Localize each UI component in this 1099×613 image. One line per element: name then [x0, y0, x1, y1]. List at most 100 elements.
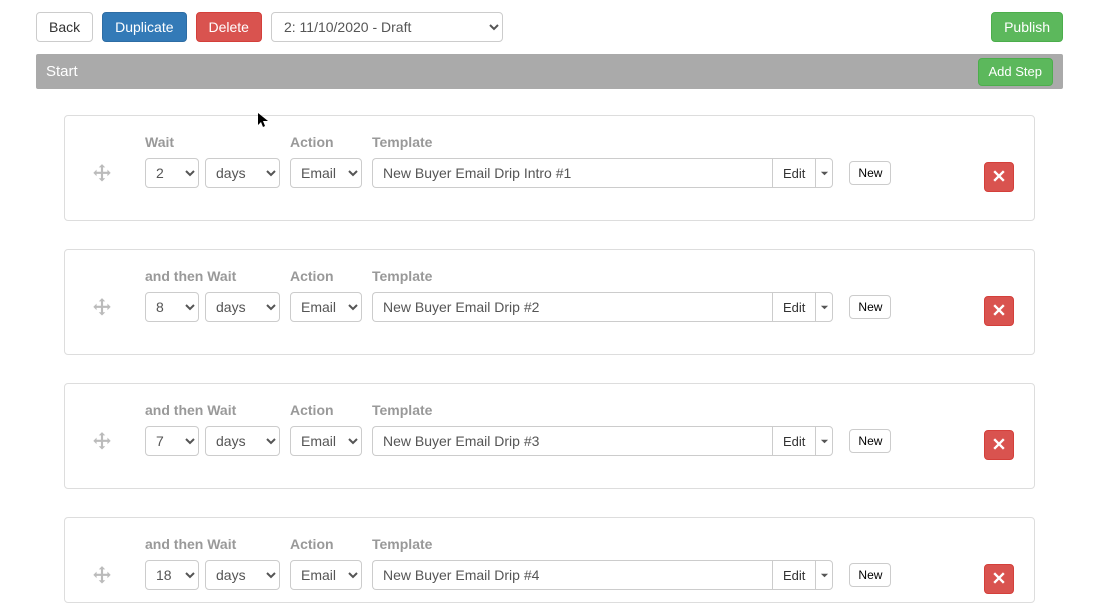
drag-handle[interactable]	[85, 268, 119, 325]
new-button[interactable]: New	[849, 161, 891, 185]
move-icon	[89, 430, 115, 459]
template-input[interactable]	[372, 158, 772, 188]
remove-cell	[974, 402, 1014, 460]
new-button[interactable]: New	[849, 295, 891, 319]
remove-step-button[interactable]	[984, 162, 1014, 192]
template-input[interactable]	[372, 426, 772, 456]
edit-button[interactable]: Edit	[772, 426, 815, 456]
chevron-down-icon	[820, 299, 829, 315]
publish-button[interactable]: Publish	[991, 12, 1063, 42]
template-label: Template	[372, 536, 891, 552]
edit-button[interactable]: Edit	[772, 292, 815, 322]
wait-label: Wait	[145, 134, 280, 150]
step-columns: Wait 2 days Action Email Template Edit	[145, 134, 948, 188]
template-column: Template Edit New	[372, 134, 891, 188]
wait-label: and then Wait	[145, 402, 280, 418]
move-icon	[89, 564, 115, 593]
close-icon	[993, 437, 1005, 453]
template-label: Template	[372, 134, 891, 150]
action-select[interactable]: Email	[290, 560, 362, 590]
remove-step-button[interactable]	[984, 430, 1014, 460]
wait-unit-select[interactable]: days	[205, 426, 280, 456]
remove-cell	[974, 268, 1014, 326]
chevron-down-icon	[820, 165, 829, 181]
step-card: and then Wait 7 days Action Email Templa…	[64, 383, 1035, 489]
remove-step-button[interactable]	[984, 564, 1014, 594]
wait-label: and then Wait	[145, 536, 280, 552]
move-icon	[89, 162, 115, 191]
new-button[interactable]: New	[849, 429, 891, 453]
action-column: Action Email	[290, 536, 362, 590]
start-label: Start	[46, 63, 78, 80]
template-column: Template Edit New	[372, 402, 891, 456]
action-select[interactable]: Email	[290, 292, 362, 322]
action-column: Action Email	[290, 134, 362, 188]
duplicate-button[interactable]: Duplicate	[102, 12, 186, 42]
wait-number-select[interactable]: 18	[145, 560, 199, 590]
step-columns: and then Wait 18 days Action Email Templ…	[145, 536, 948, 590]
template-row: Edit New	[372, 158, 891, 188]
wait-unit-select[interactable]: days	[205, 560, 280, 590]
edit-button[interactable]: Edit	[772, 560, 815, 590]
action-label: Action	[290, 134, 362, 150]
template-label: Template	[372, 268, 891, 284]
wait-row: 2 days	[145, 158, 280, 188]
template-column: Template Edit New	[372, 536, 891, 590]
action-label: Action	[290, 402, 362, 418]
steps-area: Wait 2 days Action Email Template Edit	[0, 115, 1099, 613]
template-label: Template	[372, 402, 891, 418]
remove-step-button[interactable]	[984, 296, 1014, 326]
wait-column: and then Wait 7 days	[145, 402, 280, 456]
step-card: and then Wait 8 days Action Email Templa…	[64, 249, 1035, 355]
action-select[interactable]: Email	[290, 426, 362, 456]
remove-cell	[974, 134, 1014, 192]
wait-number-select[interactable]: 2	[145, 158, 199, 188]
drag-handle[interactable]	[85, 134, 119, 191]
edit-dropdown-toggle[interactable]	[815, 426, 833, 456]
template-row: Edit New	[372, 426, 891, 456]
close-icon	[993, 169, 1005, 185]
wait-number-select[interactable]: 7	[145, 426, 199, 456]
action-label: Action	[290, 268, 362, 284]
top-toolbar: Back Duplicate Delete 2: 11/10/2020 - Dr…	[0, 0, 1099, 54]
template-row: Edit New	[372, 560, 891, 590]
wait-row: 18 days	[145, 560, 280, 590]
drag-handle[interactable]	[85, 536, 119, 593]
new-button[interactable]: New	[849, 563, 891, 587]
template-input[interactable]	[372, 560, 772, 590]
wait-row: 8 days	[145, 292, 280, 322]
close-icon	[993, 571, 1005, 587]
template-column: Template Edit New	[372, 268, 891, 322]
wait-number-select[interactable]: 8	[145, 292, 199, 322]
step-columns: and then Wait 8 days Action Email Templa…	[145, 268, 948, 322]
close-icon	[993, 303, 1005, 319]
wait-column: and then Wait 8 days	[145, 268, 280, 322]
delete-button[interactable]: Delete	[196, 12, 262, 42]
edit-button[interactable]: Edit	[772, 158, 815, 188]
template-input[interactable]	[372, 292, 772, 322]
edit-dropdown-toggle[interactable]	[815, 292, 833, 322]
step-card: and then Wait 18 days Action Email Templ…	[64, 517, 1035, 603]
edit-dropdown-toggle[interactable]	[815, 158, 833, 188]
add-step-button[interactable]: Add Step	[978, 58, 1054, 86]
chevron-down-icon	[820, 433, 829, 449]
drag-handle[interactable]	[85, 402, 119, 459]
start-bar: Start Add Step	[36, 54, 1063, 89]
back-button[interactable]: Back	[36, 12, 93, 42]
edit-dropdown-toggle[interactable]	[815, 560, 833, 590]
action-column: Action Email	[290, 402, 362, 456]
wait-label: and then Wait	[145, 268, 280, 284]
wait-unit-select[interactable]: days	[205, 158, 280, 188]
template-row: Edit New	[372, 292, 891, 322]
draft-select[interactable]: 2: 11/10/2020 - Draft	[271, 12, 503, 42]
wait-column: Wait 2 days	[145, 134, 280, 188]
step-columns: and then Wait 7 days Action Email Templa…	[145, 402, 948, 456]
step-card: Wait 2 days Action Email Template Edit	[64, 115, 1035, 221]
action-select[interactable]: Email	[290, 158, 362, 188]
wait-row: 7 days	[145, 426, 280, 456]
action-label: Action	[290, 536, 362, 552]
remove-cell	[974, 536, 1014, 594]
wait-unit-select[interactable]: days	[205, 292, 280, 322]
move-icon	[89, 296, 115, 325]
chevron-down-icon	[820, 567, 829, 583]
